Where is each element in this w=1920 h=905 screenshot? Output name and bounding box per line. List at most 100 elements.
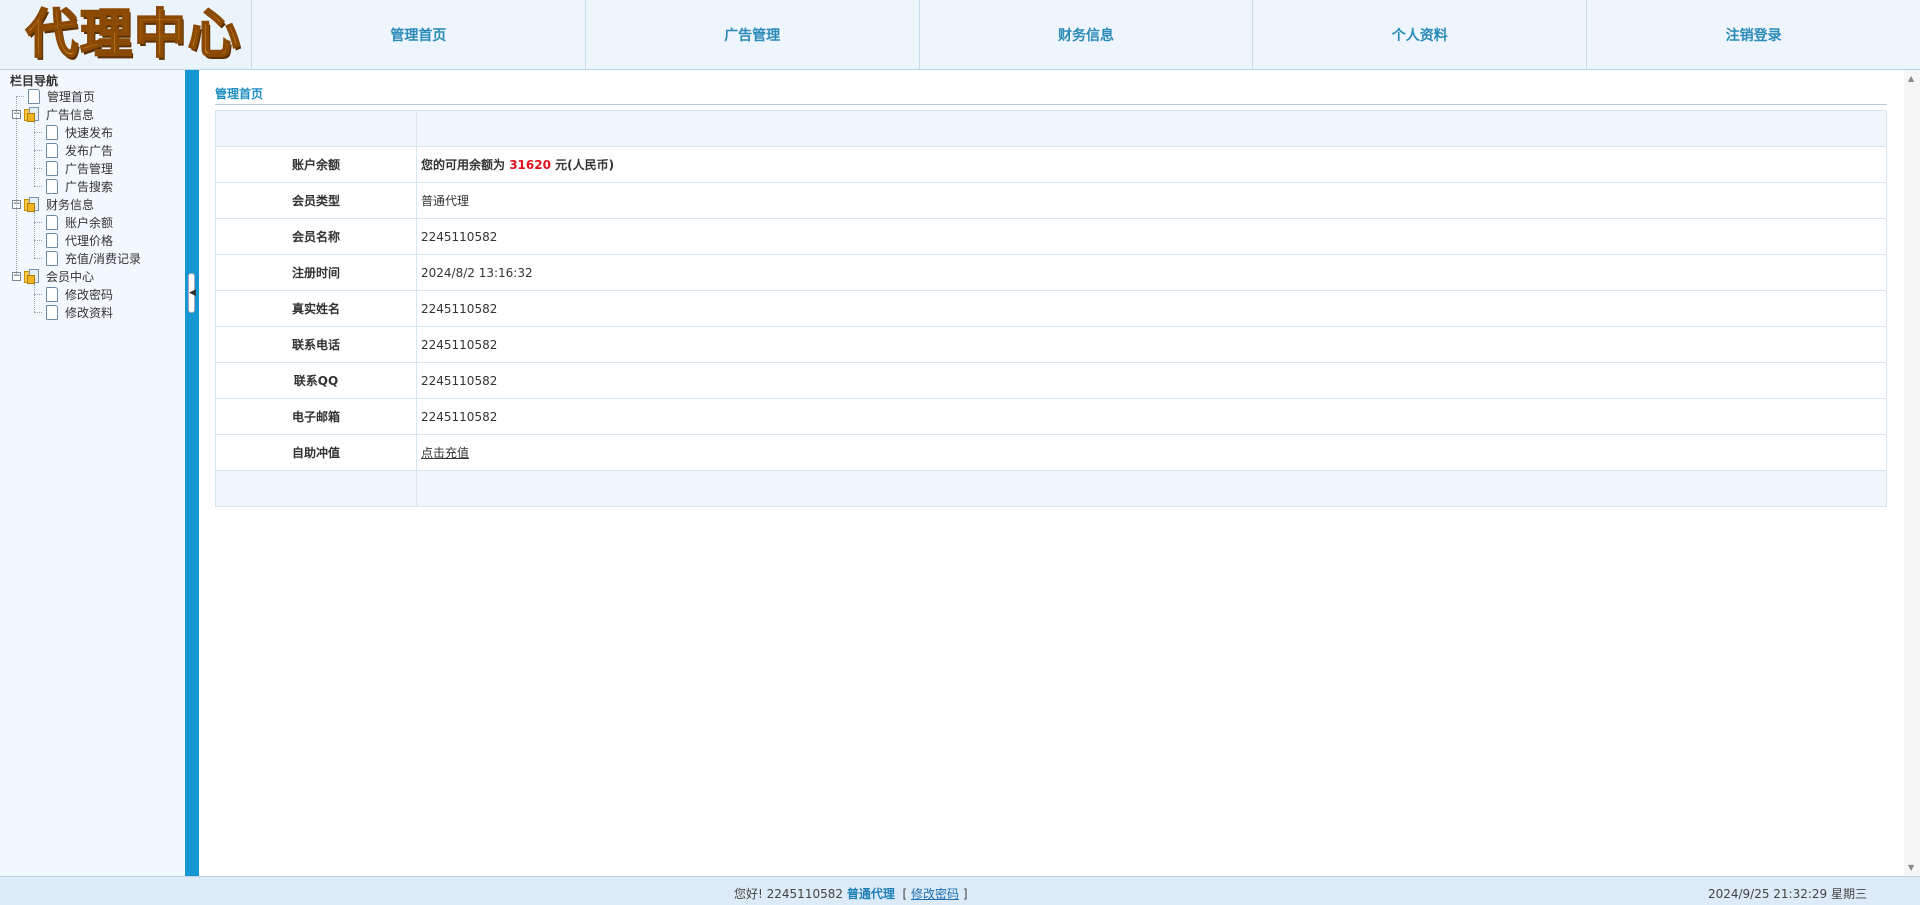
bracket-open: [ — [902, 887, 908, 901]
sidebar-item[interactable]: 修改密码 — [46, 285, 113, 303]
footer: 您好! 2245110582 普通代理 [ 修改密码 ] 2024/9/25 2… — [0, 876, 1920, 905]
table-row: 会员类型 普通代理 — [215, 182, 1887, 219]
folder-icon — [24, 106, 40, 122]
row-label: 注册时间 — [215, 254, 417, 291]
sidebar-folder[interactable]: − 会员中心 — [12, 267, 94, 285]
sidebar-item-label: 广告搜索 — [65, 179, 114, 194]
sidebar-splitter[interactable]: ◀ — [185, 70, 199, 876]
sidebar-folder[interactable]: − 广告信息 — [12, 105, 94, 123]
nav-profile[interactable]: 个人资料 — [1253, 0, 1588, 70]
row-label: 会员类型 — [215, 182, 417, 219]
footer-datetime: 2024/9/25 21:32:29 星期三 — [1707, 887, 1867, 901]
nav-finance[interactable]: 财务信息 — [919, 0, 1254, 70]
tree-connector — [34, 168, 42, 169]
sidebar-item-label: 广告信息 — [46, 107, 95, 122]
tree-connector — [34, 132, 42, 133]
balance-suffix: 元(人民币) — [555, 158, 615, 172]
tree-connector — [34, 150, 42, 151]
balance-amount: 31620 — [509, 158, 551, 172]
change-password-link[interactable]: 修改密码 — [911, 887, 959, 901]
sidebar-item-label: 管理首页 — [47, 89, 96, 104]
sidebar-item[interactable]: 广告搜索 — [46, 177, 113, 195]
table-row: 自助冲值 点击充值 — [215, 434, 1887, 471]
sidebar-item[interactable]: 代理价格 — [46, 231, 113, 249]
row-label: 真实姓名 — [215, 290, 417, 327]
row-value: 2024/8/2 13:16:32 — [416, 254, 1887, 291]
folder-icon — [24, 268, 40, 284]
tree-connector — [16, 96, 17, 276]
sidebar-item-label: 财务信息 — [46, 197, 95, 212]
sidebar-item[interactable]: 发布广告 — [46, 141, 113, 159]
document-icon — [46, 178, 58, 194]
balance-prefix: 您的可用余额为 — [421, 158, 506, 172]
tree-connector — [34, 312, 42, 313]
table-row: 电子邮箱 2245110582 — [215, 398, 1887, 435]
logo: 代理中心 — [0, 0, 252, 70]
collapse-sidebar-button[interactable]: ◀ — [188, 273, 196, 313]
document-icon — [46, 214, 58, 230]
document-icon — [28, 88, 40, 104]
sidebar-item[interactable]: 快速发布 — [46, 123, 113, 141]
sidebar-item-label: 广告管理 — [65, 161, 114, 176]
table-row: 会员名称 2245110582 — [215, 218, 1887, 255]
sidebar-item-label: 修改密码 — [65, 287, 114, 302]
nav-ad-management[interactable]: 广告管理 — [585, 0, 920, 70]
document-icon — [46, 304, 58, 320]
row-value: 2245110582 — [416, 326, 1887, 363]
document-icon — [46, 250, 58, 266]
sidebar-item[interactable]: 管理首页 — [28, 87, 95, 105]
scroll-up-icon[interactable]: ▲ — [1908, 74, 1914, 83]
bracket-close: ] — [962, 887, 968, 901]
nav-home[interactable]: 管理首页 — [252, 0, 586, 70]
sidebar-folder[interactable]: − 财务信息 — [12, 195, 94, 213]
vertical-scrollbar[interactable]: ▲ ▼ — [1904, 70, 1920, 876]
footer-user-info: 您好! 2245110582 普通代理 [ 修改密码 ] — [734, 885, 968, 902]
tree-connector — [16, 96, 24, 97]
tree-connector — [34, 258, 42, 259]
account-info-table: 账户余额 您的可用余额为 31620 元(人民币) 会员类型 普通代理 会员名称 2… — [215, 110, 1887, 507]
table-row: 联系电话 2245110582 — [215, 326, 1887, 363]
sidebar-item[interactable]: 修改资料 — [46, 303, 113, 321]
table-row: 注册时间 2024/8/2 13:16:32 — [215, 254, 1887, 291]
document-icon — [46, 160, 58, 176]
row-label: 会员名称 — [215, 218, 417, 255]
sidebar-item-label: 快速发布 — [65, 125, 114, 140]
top-nav: 管理首页 广告管理 财务信息 个人资料 注销登录 — [252, 0, 1920, 70]
sidebar-item[interactable]: 账户余额 — [46, 213, 113, 231]
sidebar-item-label: 会员中心 — [46, 269, 95, 284]
page-title: 管理首页 — [215, 87, 264, 101]
sidebar-item-label: 发布广告 — [65, 143, 114, 158]
footer-username: 2245110582 — [766, 887, 843, 901]
row-label: 联系QQ — [215, 362, 417, 399]
row-value: 2245110582 — [416, 398, 1887, 435]
table-row: 真实姓名 2245110582 — [215, 290, 1887, 327]
scroll-down-icon[interactable]: ▼ — [1908, 863, 1914, 872]
document-icon — [46, 286, 58, 302]
footer-role: 普通代理 — [846, 887, 895, 901]
row-value: 2245110582 — [416, 218, 1887, 255]
recharge-link[interactable]: 点击充值 — [421, 446, 469, 460]
recharge-label: 自助冲值 — [215, 434, 417, 471]
table-row: 联系QQ 2245110582 — [215, 362, 1887, 399]
nav-logout[interactable]: 注销登录 — [1587, 0, 1920, 70]
sidebar-item-label: 代理价格 — [65, 233, 114, 248]
sidebar-item[interactable]: 广告管理 — [46, 159, 113, 177]
sidebar-item-label: 充值/消费记录 — [65, 251, 142, 266]
logo-text: 代理中心 — [25, 4, 243, 65]
tree-connector — [34, 284, 35, 312]
table-row: 账户余额 您的可用余额为 31620 元(人民币) — [215, 146, 1887, 183]
sidebar-item-label: 账户余额 — [65, 215, 114, 230]
folder-icon — [24, 196, 40, 212]
tree-connector — [34, 186, 42, 187]
tree-connector — [34, 222, 42, 223]
row-value: 普通代理 — [416, 182, 1887, 219]
chevron-left-icon: ◀ — [189, 288, 196, 298]
balance-value: 您的可用余额为 31620 元(人民币) — [416, 146, 1887, 183]
document-icon — [46, 232, 58, 248]
sidebar-item[interactable]: 充值/消费记录 — [46, 249, 141, 267]
row-value: 2245110582 — [416, 290, 1887, 327]
sidebar: 栏目导航 管理首页 − 广告信息 快速发布 发布广告 广告管理 广告搜索 − 财务信息 账户余额代… — [0, 70, 185, 876]
tree-connector — [34, 212, 35, 258]
top-header: 代理中心 管理首页 广告管理 财务信息 个人资料 注销登录 — [0, 0, 1920, 70]
row-label: 电子邮箱 — [215, 398, 417, 435]
